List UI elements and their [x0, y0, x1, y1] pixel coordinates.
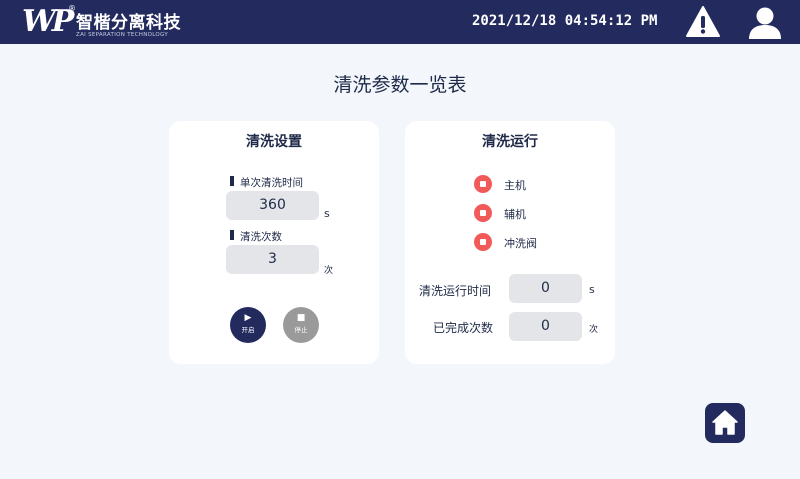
flush-valve-status-label: 冲洗阀	[504, 237, 537, 250]
start-button[interactable]: ▶ 开启	[230, 307, 266, 343]
completed-count-unit: 次	[589, 325, 599, 335]
user-icon	[749, 7, 781, 39]
settings-panel-title: 清洗设置	[246, 134, 302, 150]
completed-count-value: 0	[509, 312, 582, 341]
wash-count-label: 清洗次数	[230, 230, 282, 243]
page-title: 清洗参数一览表	[333, 74, 467, 96]
run-time-label: 清洗运行时间	[419, 284, 492, 298]
logo-registered-mark: ®	[68, 4, 76, 13]
wash-count-input[interactable]: 3	[226, 245, 319, 274]
home-button[interactable]	[705, 403, 745, 443]
company-subtitle: ZAI SEPARATION TECHNOLOGY	[76, 32, 169, 38]
running-panel-title: 清洗运行	[482, 134, 538, 150]
aux-status-label: 辅机	[504, 208, 526, 221]
single-time-unit: s	[324, 207, 330, 220]
run-time-unit: s	[589, 283, 595, 296]
host-status-indicator	[474, 175, 492, 193]
settings-panel: 清洗设置 单次清洗时间 360 s 清洗次数 3 次 ▶ 开启 ■ 停止	[169, 121, 379, 364]
flush-valve-status-indicator	[474, 233, 492, 251]
start-button-label: 开启	[241, 326, 255, 334]
wash-count-unit: 次	[324, 266, 334, 276]
play-icon: ▶	[244, 313, 252, 323]
user-button[interactable]	[746, 3, 784, 41]
stop-icon: ■	[296, 313, 306, 323]
stop-button[interactable]: ■ 停止	[283, 307, 319, 343]
home-icon	[712, 410, 738, 435]
completed-count-label: 已完成次数	[433, 321, 494, 335]
datetime-display: 2021/12/18 04:54:12 PM	[472, 13, 658, 29]
top-bar: WP ® 智楷分离科技 ZAI SEPARATION TECHNOLOGY 20…	[0, 0, 800, 44]
running-panel: 清洗运行 主机 辅机 冲洗阀 清洗运行时间 0 s 已完成次数 0 次	[405, 121, 615, 364]
stop-button-label: 停止	[294, 326, 308, 334]
aux-status-indicator	[474, 204, 492, 222]
single-time-input[interactable]: 360	[226, 191, 319, 220]
alert-button[interactable]	[685, 5, 721, 39]
logo-mark: WP	[22, 4, 74, 39]
company-name: 智楷分离科技	[76, 13, 181, 33]
warning-icon	[686, 6, 720, 37]
host-status-label: 主机	[504, 179, 526, 192]
single-time-label: 单次清洗时间	[230, 176, 303, 189]
run-time-value: 0	[509, 274, 582, 303]
